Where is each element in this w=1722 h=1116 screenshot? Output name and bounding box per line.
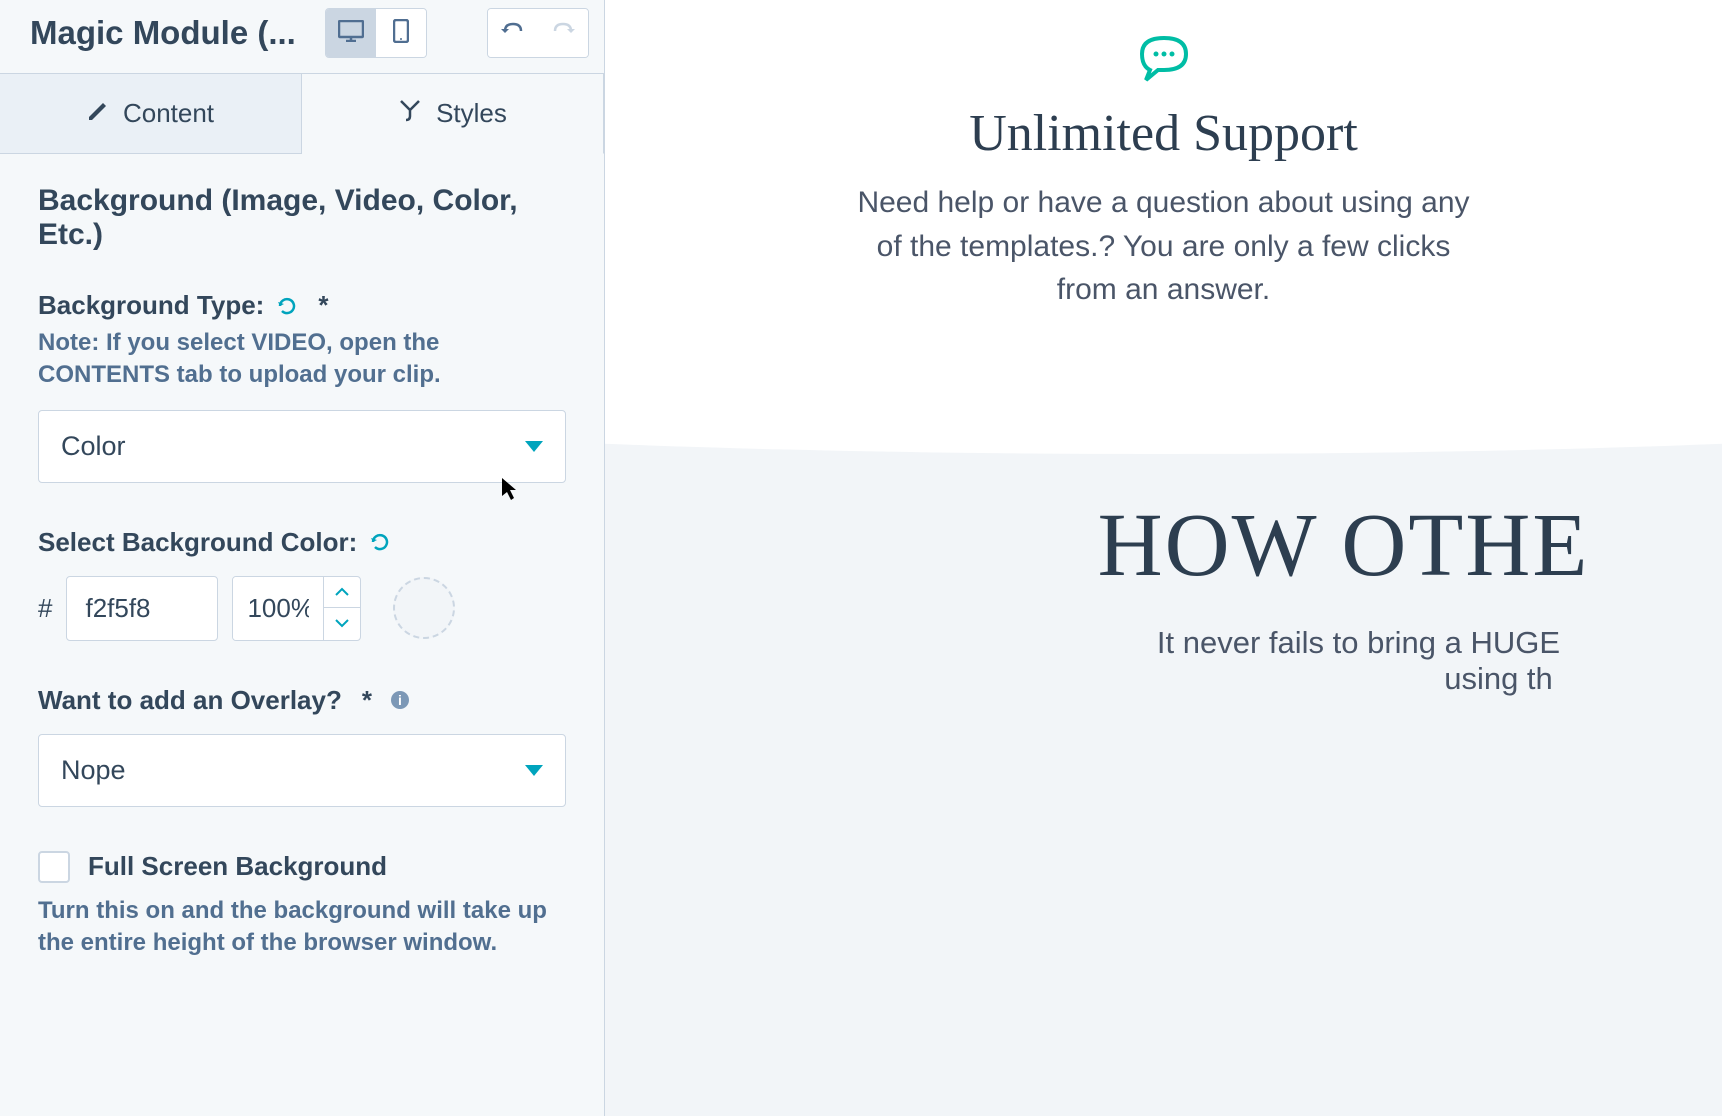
fullscreen-label: Full Screen Background bbox=[88, 851, 387, 882]
mobile-view-button[interactable] bbox=[376, 9, 426, 57]
fullscreen-field: Full Screen Background Turn this on and … bbox=[38, 851, 566, 960]
undo-icon bbox=[501, 21, 525, 46]
hero-desc-line1: It never fails to bring a HUGE bbox=[1035, 625, 1682, 661]
background-color-field: Select Background Color: # bbox=[38, 527, 566, 641]
overlay-select[interactable]: Nope bbox=[38, 734, 566, 807]
desktop-icon bbox=[338, 20, 364, 47]
redo-icon bbox=[551, 21, 575, 46]
feature-description: Need help or have a question about using… bbox=[844, 181, 1484, 312]
undo-button[interactable] bbox=[488, 9, 538, 57]
section-title: Background (Image, Video, Color, Etc.) bbox=[38, 184, 566, 252]
tab-styles[interactable]: Styles bbox=[302, 73, 604, 154]
hero-heading: HOW OTHE bbox=[1005, 494, 1682, 597]
chevron-down-icon bbox=[525, 765, 543, 776]
color-swatch[interactable] bbox=[393, 577, 455, 639]
desktop-view-button[interactable] bbox=[326, 9, 376, 57]
sidebar-header: Magic Module (... bbox=[0, 0, 604, 73]
info-icon[interactable]: i bbox=[390, 690, 410, 710]
chevron-down-icon bbox=[525, 441, 543, 452]
opacity-input-wrap bbox=[232, 576, 361, 641]
reset-icon[interactable] bbox=[369, 531, 391, 553]
color-row: # bbox=[38, 576, 566, 641]
bg-type-label: Background Type: * bbox=[38, 290, 328, 321]
bg-color-label: Select Background Color: bbox=[38, 527, 391, 558]
preview-hero-section: HOW OTHE It never fails to bring a HUGE … bbox=[605, 362, 1722, 1116]
pencil-icon bbox=[87, 98, 109, 129]
tab-content-label: Content bbox=[123, 98, 214, 129]
brush-icon bbox=[398, 98, 422, 129]
hero-desc-line2: using th bbox=[1315, 661, 1682, 697]
device-toggle bbox=[325, 8, 427, 58]
preview-feature-block: Unlimited Support Need help or have a qu… bbox=[605, 0, 1722, 362]
bg-type-value: Color bbox=[61, 431, 126, 462]
bg-color-label-text: Select Background Color: bbox=[38, 527, 357, 558]
required-asterisk: * bbox=[318, 290, 328, 321]
background-type-field: Background Type: * Note: If you select V… bbox=[38, 290, 566, 483]
feature-title: Unlimited Support bbox=[665, 104, 1662, 163]
bg-type-select[interactable]: Color bbox=[38, 410, 566, 483]
hex-input[interactable] bbox=[66, 576, 218, 641]
hash-symbol: # bbox=[38, 593, 52, 624]
redo-button[interactable] bbox=[538, 9, 588, 57]
tab-content[interactable]: Content bbox=[0, 73, 302, 153]
chat-bubble-icon bbox=[665, 30, 1662, 86]
opacity-input[interactable] bbox=[233, 577, 323, 640]
module-title: Magic Module (... bbox=[30, 14, 305, 52]
step-down-button[interactable] bbox=[324, 608, 360, 639]
mobile-icon bbox=[393, 19, 409, 48]
tab-styles-label: Styles bbox=[436, 98, 507, 129]
undo-redo-group bbox=[487, 8, 589, 58]
bg-type-label-text: Background Type: bbox=[38, 290, 264, 321]
reset-icon[interactable] bbox=[276, 295, 298, 317]
editor-sidebar: Magic Module (... bbox=[0, 0, 605, 1116]
tabs: Content Styles bbox=[0, 73, 604, 154]
overlay-label: Want to add an Overlay? * i bbox=[38, 685, 410, 716]
fullscreen-note: Turn this on and the background will tak… bbox=[38, 895, 566, 960]
bg-type-note: Note: If you select VIDEO, open the CONT… bbox=[38, 327, 566, 392]
fullscreen-checkbox-row: Full Screen Background bbox=[38, 851, 566, 883]
svg-text:i: i bbox=[398, 692, 402, 708]
fullscreen-checkbox[interactable] bbox=[38, 851, 70, 883]
styles-panel: Background (Image, Video, Color, Etc.) B… bbox=[0, 154, 604, 1116]
step-up-button[interactable] bbox=[324, 577, 360, 608]
preview-pane: Unlimited Support Need help or have a qu… bbox=[605, 0, 1722, 1116]
overlay-value: Nope bbox=[61, 755, 126, 786]
overlay-label-text: Want to add an Overlay? bbox=[38, 685, 342, 716]
required-asterisk: * bbox=[362, 685, 372, 716]
opacity-stepper bbox=[323, 577, 360, 640]
overlay-field: Want to add an Overlay? * i Nope bbox=[38, 685, 566, 807]
